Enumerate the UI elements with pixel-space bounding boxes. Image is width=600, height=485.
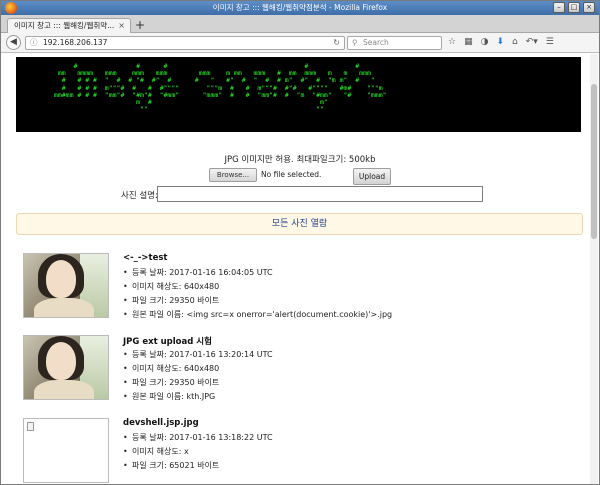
entry-size: 파일 크기: 29350 바이트 bbox=[123, 376, 273, 390]
title-bar: 이미지 창고 ::: 웹해킹/웹취약점분석 - Mozilla Firefox … bbox=[1, 1, 599, 15]
broken-photo-thumbnail[interactable] bbox=[23, 418, 109, 483]
back-history-icon[interactable]: ↶▾ bbox=[526, 36, 538, 49]
entry-resolution: 이미지 해상도: 640x480 bbox=[123, 280, 392, 294]
entry-date: 등록 날짜: 2017-01-16 13:20:14 UTC bbox=[123, 348, 273, 362]
ascii-art-text: # # # # # mm mmmm mmm mmm mmm mmm m mm m… bbox=[53, 62, 387, 114]
page-content: # # # # # mm mmmm mmm mmm mmm mmm m mm m… bbox=[1, 54, 599, 484]
no-file-label: No file selected. bbox=[261, 170, 322, 179]
reload-icon[interactable]: ↻ bbox=[333, 37, 340, 49]
view-all-photos-button[interactable]: 모든 사진 열람 bbox=[16, 213, 583, 235]
entry-date: 등록 날짜: 2017-01-16 16:04:05 UTC bbox=[123, 266, 392, 280]
search-placeholder: Search bbox=[363, 38, 389, 47]
close-tab-icon[interactable]: × bbox=[118, 19, 125, 33]
entry-filename: 원본 파일 이름: <img src=x onerror='alert(docu… bbox=[123, 308, 392, 322]
search-input[interactable]: ⚲ Search bbox=[347, 36, 442, 50]
tab-image-store[interactable]: 이미지 창고 ::: 웹해킹/웹취약... × bbox=[7, 18, 131, 33]
clipboard-icon[interactable]: ▦ bbox=[464, 36, 473, 49]
upload-button[interactable]: Upload bbox=[353, 168, 391, 185]
description-input[interactable] bbox=[157, 186, 483, 202]
window-controls: – □ × bbox=[553, 2, 595, 13]
upload-info-text: JPG 이미지만 허용. 최대파일크기: 500kb bbox=[224, 155, 376, 165]
entry-title: devshell.jsp.jpg bbox=[123, 418, 199, 428]
entry-title: <-_->test bbox=[123, 253, 168, 263]
entry-details: 등록 날짜: 2017-01-16 16:04:05 UTC 이미지 해상도: … bbox=[123, 266, 392, 322]
maximize-button[interactable]: □ bbox=[568, 2, 580, 13]
home-icon[interactable]: ⌂ bbox=[512, 36, 518, 49]
url-text: 192.168.206.137 bbox=[43, 38, 108, 47]
broken-image-icon bbox=[27, 422, 34, 431]
search-icon: ⚲ bbox=[352, 38, 358, 47]
tab-label: 이미지 창고 ::: 웹해킹/웹취약... bbox=[14, 21, 115, 30]
tab-strip: 이미지 창고 ::: 웹해킹/웹취약... × + bbox=[1, 15, 599, 33]
scrollbar-thumb[interactable] bbox=[591, 84, 597, 239]
star-icon[interactable]: ☆ bbox=[448, 36, 456, 49]
new-tab-button[interactable]: + bbox=[135, 18, 145, 32]
pocket-icon[interactable]: ◑ bbox=[481, 36, 489, 49]
download-icon[interactable]: ⬇ bbox=[496, 36, 504, 49]
entry-filename: 원본 파일 이름: kth.JPG bbox=[123, 390, 273, 404]
description-label: 사진 설명: bbox=[121, 191, 158, 201]
entry-resolution: 이미지 해상도: 640x480 bbox=[123, 362, 273, 376]
minimize-button[interactable]: – bbox=[553, 2, 565, 13]
entry-resolution: 이미지 해상도: x bbox=[123, 445, 273, 459]
entry-details: 등록 날짜: 2017-01-16 13:18:22 UTC 이미지 해상도: … bbox=[123, 431, 273, 473]
browser-window: 이미지 창고 ::: 웹해킹/웹취약점분석 - Mozilla Firefox … bbox=[0, 0, 600, 485]
close-window-button[interactable]: × bbox=[583, 2, 595, 13]
window-title: 이미지 창고 ::: 웹해킹/웹취약점분석 - Mozilla Firefox bbox=[212, 3, 388, 12]
entry-size: 파일 크기: 65021 바이트 bbox=[123, 459, 273, 473]
ascii-banner: # # # # # mm mmmm mmm mmm mmm mmm m mm m… bbox=[16, 57, 581, 132]
entry-title: JPG ext upload 시험 bbox=[123, 337, 212, 347]
navigation-toolbar: ◀ ⓘ 192.168.206.137 ↻ ⚲ Search ☆ ▦ ◑ ⬇ ⌂… bbox=[1, 33, 599, 53]
menu-icon[interactable]: ☰ bbox=[546, 36, 554, 49]
photo-thumbnail[interactable] bbox=[23, 253, 109, 318]
photo-thumbnail[interactable] bbox=[23, 335, 109, 400]
toolbar-icons: ☆ ▦ ◑ ⬇ ⌂ ↶▾ ☰ bbox=[448, 36, 554, 49]
url-bar[interactable]: ⓘ 192.168.206.137 ↻ bbox=[25, 36, 345, 50]
entry-date: 등록 날짜: 2017-01-16 13:18:22 UTC bbox=[123, 431, 273, 445]
entry-details: 등록 날짜: 2017-01-16 13:20:14 UTC 이미지 해상도: … bbox=[123, 348, 273, 404]
back-button[interactable]: ◀ bbox=[6, 35, 21, 50]
entry-size: 파일 크기: 29350 바이트 bbox=[123, 294, 392, 308]
browse-button[interactable]: Browse... bbox=[209, 168, 257, 182]
site-info-icon[interactable]: ⓘ bbox=[30, 37, 38, 49]
firefox-logo-icon bbox=[5, 2, 17, 14]
